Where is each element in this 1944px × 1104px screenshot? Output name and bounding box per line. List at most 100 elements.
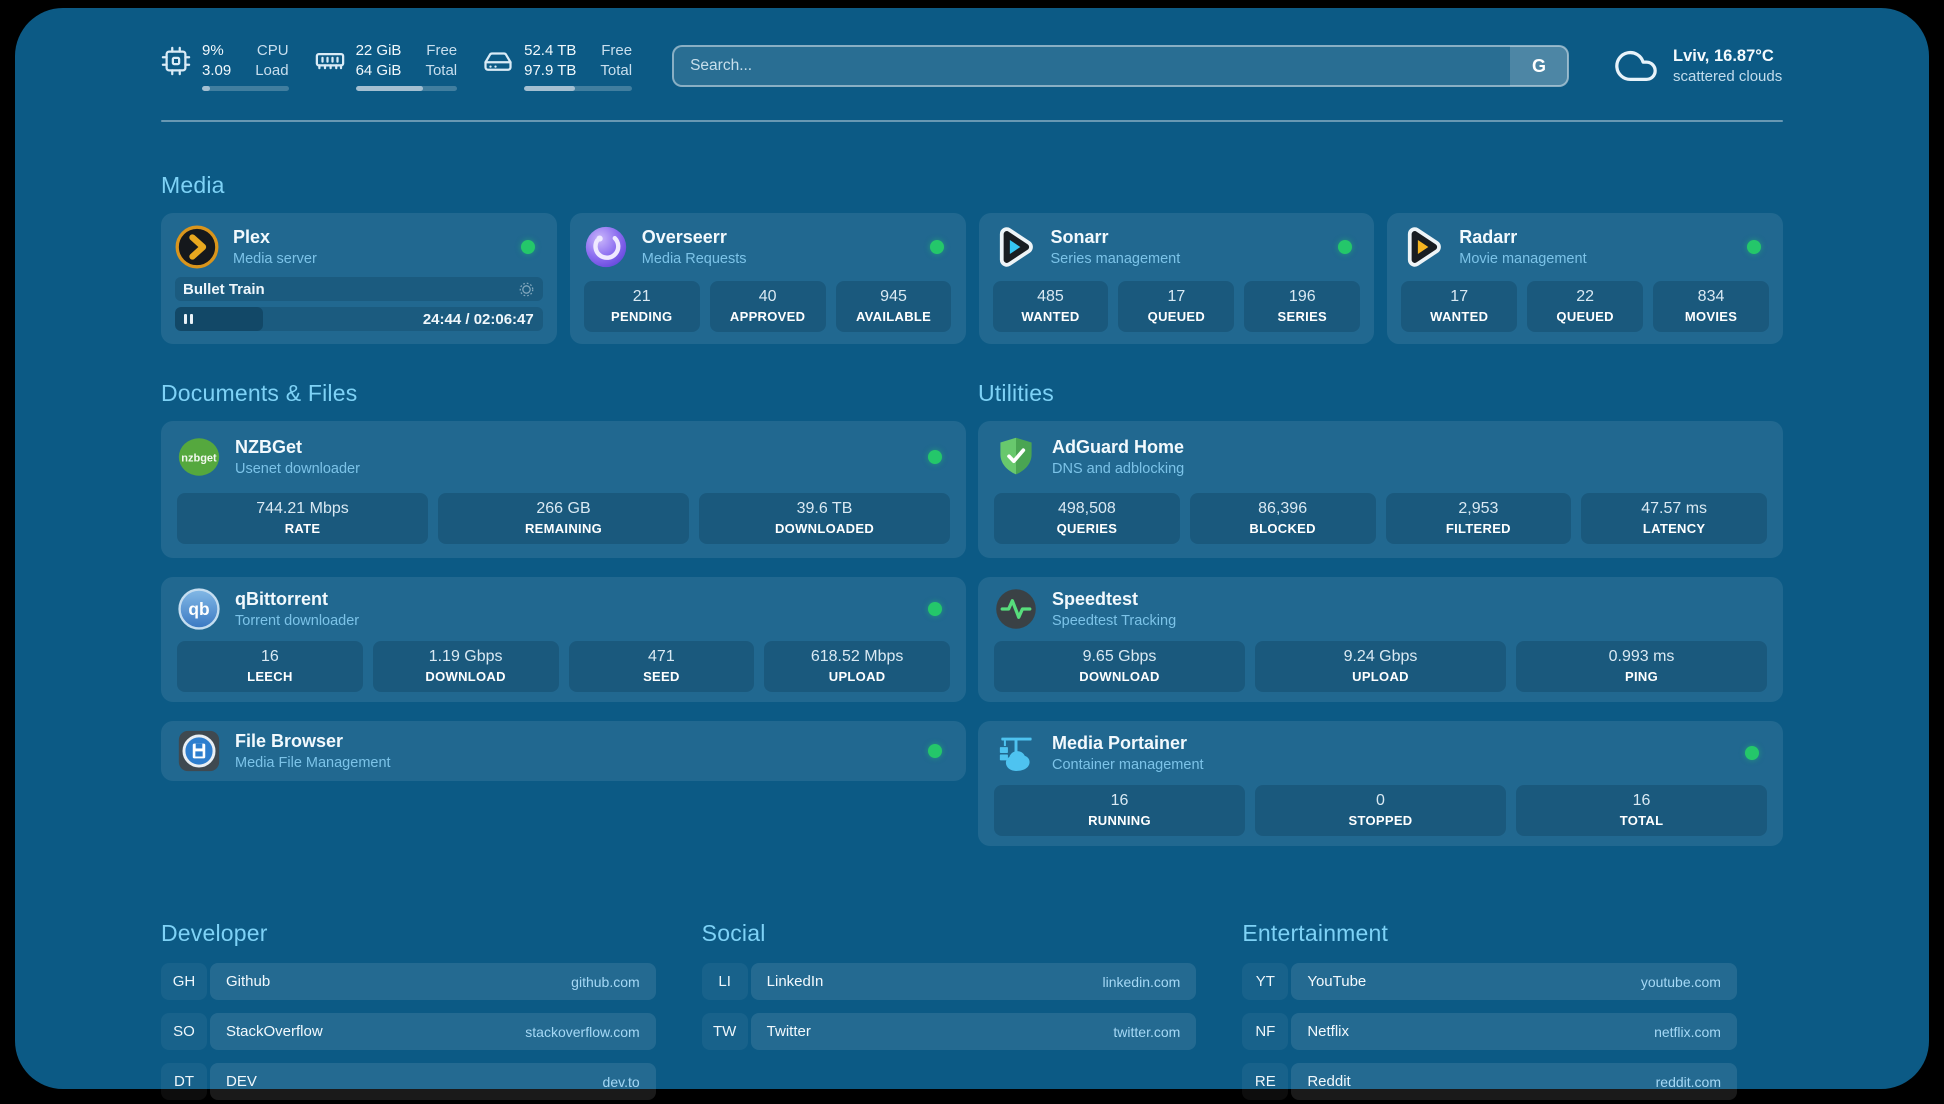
bookmark-reddit[interactable]: RE Reddit reddit.com	[1242, 1063, 1737, 1100]
disk-total-value: 97.9 TB	[524, 61, 576, 81]
status-online-dot	[1747, 240, 1761, 254]
section-title-media: Media	[161, 172, 1783, 199]
stat-box: 17 QUEUED	[1118, 281, 1234, 332]
ram-icon	[315, 46, 345, 76]
app-card-adguard-home[interactable]: AdGuard Home DNS and adblocking 498,508 …	[978, 421, 1783, 558]
bookmark-linkedin[interactable]: LI LinkedIn linkedin.com	[702, 963, 1197, 1000]
bookmark-name: DEV	[226, 1073, 257, 1090]
app-card-plex[interactable]: Plex Media server Bullet Train	[161, 213, 557, 344]
status-online-dot	[521, 240, 535, 254]
app-card-speedtest[interactable]: Speedtest Speedtest Tracking 9.65 Gbps D…	[978, 577, 1783, 702]
plex-icon	[175, 225, 219, 269]
cpu-progress-bar	[202, 86, 289, 91]
app-desc: Usenet downloader	[235, 460, 360, 479]
bookmark-github[interactable]: GH Github github.com	[161, 963, 656, 1000]
bookmark-youtube[interactable]: YT YouTube youtube.com	[1242, 963, 1737, 1000]
app-desc: Media Requests	[642, 250, 747, 269]
pause-icon	[184, 314, 187, 324]
stat-box: 86,396 BLOCKED	[1190, 493, 1376, 544]
section-documents-files: Documents & Files nzbget NZBGet Usenet d…	[161, 380, 966, 781]
bookmark-url: twitter.com	[1113, 1024, 1180, 1040]
section-title-developer: Developer	[161, 920, 656, 947]
bookmark-dev[interactable]: DT DEV dev.to	[161, 1063, 656, 1100]
app-card-radarr[interactable]: Radarr Movie management 17 WANTED 22 QUE…	[1387, 213, 1783, 344]
bookmark-group-entertainment: Entertainment YT YouTube youtube.com NF …	[1242, 920, 1737, 1100]
bookmark-name: Twitter	[767, 1023, 811, 1040]
ram-total-value: 64 GiB	[356, 61, 402, 81]
cpu-load-label: Load	[255, 61, 288, 81]
stat-box: 266 GB REMAINING	[438, 493, 689, 544]
weather-location-temp: Lviv, 16.87°C	[1673, 47, 1782, 66]
dashboard-panel: 9% 3.09 CPU Load	[15, 8, 1929, 1089]
app-name: qBittorrent	[235, 588, 359, 611]
app-card-nzbget[interactable]: nzbget NZBGet Usenet downloader 744.21 M…	[161, 421, 966, 558]
app-desc: Media server	[233, 250, 317, 269]
cloud-icon	[1613, 43, 1659, 89]
app-name: Radarr	[1459, 226, 1586, 249]
app-desc: Container management	[1052, 756, 1204, 775]
stat-box: 0.993 ms PING	[1516, 641, 1767, 692]
now-playing-title: Bullet Train	[183, 281, 265, 298]
bookmark-abbr: LI	[702, 963, 748, 1000]
disk-free-label: Free	[600, 41, 632, 61]
ram-total-label: Total	[425, 61, 457, 81]
bookmark-abbr: GH	[161, 963, 207, 1000]
bookmark-abbr: YT	[1242, 963, 1288, 1000]
bookmark-abbr: RE	[1242, 1063, 1288, 1100]
header-divider	[161, 120, 1783, 122]
bookmark-stackoverflow[interactable]: SO StackOverflow stackoverflow.com	[161, 1013, 656, 1050]
app-desc: Torrent downloader	[235, 612, 359, 631]
app-card-overseerr[interactable]: Overseerr Media Requests 21 PENDING 40 A…	[570, 213, 966, 344]
stat-box: 16 LEECH	[177, 641, 363, 692]
bookmark-netflix[interactable]: NF Netflix netflix.com	[1242, 1013, 1737, 1050]
filebrowser-icon	[177, 729, 221, 773]
stat-box: 196 SERIES	[1244, 281, 1360, 332]
app-name: Overseerr	[642, 226, 747, 249]
app-card-filebrowser[interactable]: File Browser Media File Management	[161, 721, 966, 781]
section-title-entertainment: Entertainment	[1242, 920, 1737, 947]
stat-box: 744.21 Mbps RATE	[177, 493, 428, 544]
app-card-media-portainer[interactable]: Media Portainer Container management 16 …	[978, 721, 1783, 846]
stat-box: 1.19 Gbps DOWNLOAD	[373, 641, 559, 692]
overseerr-icon	[584, 225, 628, 269]
status-online-dot	[1338, 240, 1352, 254]
stat-box: 9.24 Gbps UPLOAD	[1255, 641, 1506, 692]
stat-box: 485 WANTED	[993, 281, 1109, 332]
ram-metric-widget: 22 GiB 64 GiB Free Total	[315, 41, 458, 91]
app-name: File Browser	[235, 730, 391, 753]
bookmark-name: YouTube	[1307, 973, 1366, 990]
cpu-load-value: 3.09	[202, 61, 231, 81]
bookmark-abbr: NF	[1242, 1013, 1288, 1050]
search-input[interactable]	[674, 47, 1567, 85]
disk-progress-bar	[524, 86, 632, 91]
bookmark-url: reddit.com	[1656, 1074, 1721, 1090]
stat-box: 471 SEED	[569, 641, 755, 692]
pause-button[interactable]	[175, 307, 263, 331]
disk-icon	[483, 46, 513, 76]
search-provider-button[interactable]: G	[1510, 46, 1568, 86]
ram-free-label: Free	[425, 41, 457, 61]
app-card-sonarr[interactable]: Sonarr Series management 485 WANTED 17 Q…	[979, 213, 1375, 344]
app-card-qbittorrent[interactable]: qb qBittorrent Torrent downloader 16 LEE…	[161, 577, 966, 702]
app-desc: DNS and adblocking	[1052, 460, 1184, 479]
gear-icon[interactable]	[518, 281, 535, 298]
speedtest-icon	[994, 587, 1038, 631]
bookmark-url: dev.to	[603, 1074, 640, 1090]
player-progress-strip[interactable]: 24:44 / 02:06:47	[175, 307, 543, 331]
stat-box: 945 AVAILABLE	[836, 281, 952, 332]
ram-progress-bar	[356, 86, 458, 91]
section-title-documents: Documents & Files	[161, 380, 966, 407]
adguard-icon	[994, 435, 1038, 479]
disk-total-label: Total	[600, 61, 632, 81]
section-title-social: Social	[702, 920, 1197, 947]
bookmark-group-social: Social LI LinkedIn linkedin.com TW Twitt…	[702, 920, 1197, 1100]
bookmark-name: Reddit	[1307, 1073, 1350, 1090]
status-online-dot	[928, 744, 942, 758]
bookmark-abbr: TW	[702, 1013, 748, 1050]
status-online-dot	[928, 450, 942, 464]
app-desc: Series management	[1051, 250, 1181, 269]
stat-box: 618.52 Mbps UPLOAD	[764, 641, 950, 692]
bookmark-twitter[interactable]: TW Twitter twitter.com	[702, 1013, 1197, 1050]
app-name: AdGuard Home	[1052, 436, 1184, 459]
bookmark-name: Netflix	[1307, 1023, 1349, 1040]
